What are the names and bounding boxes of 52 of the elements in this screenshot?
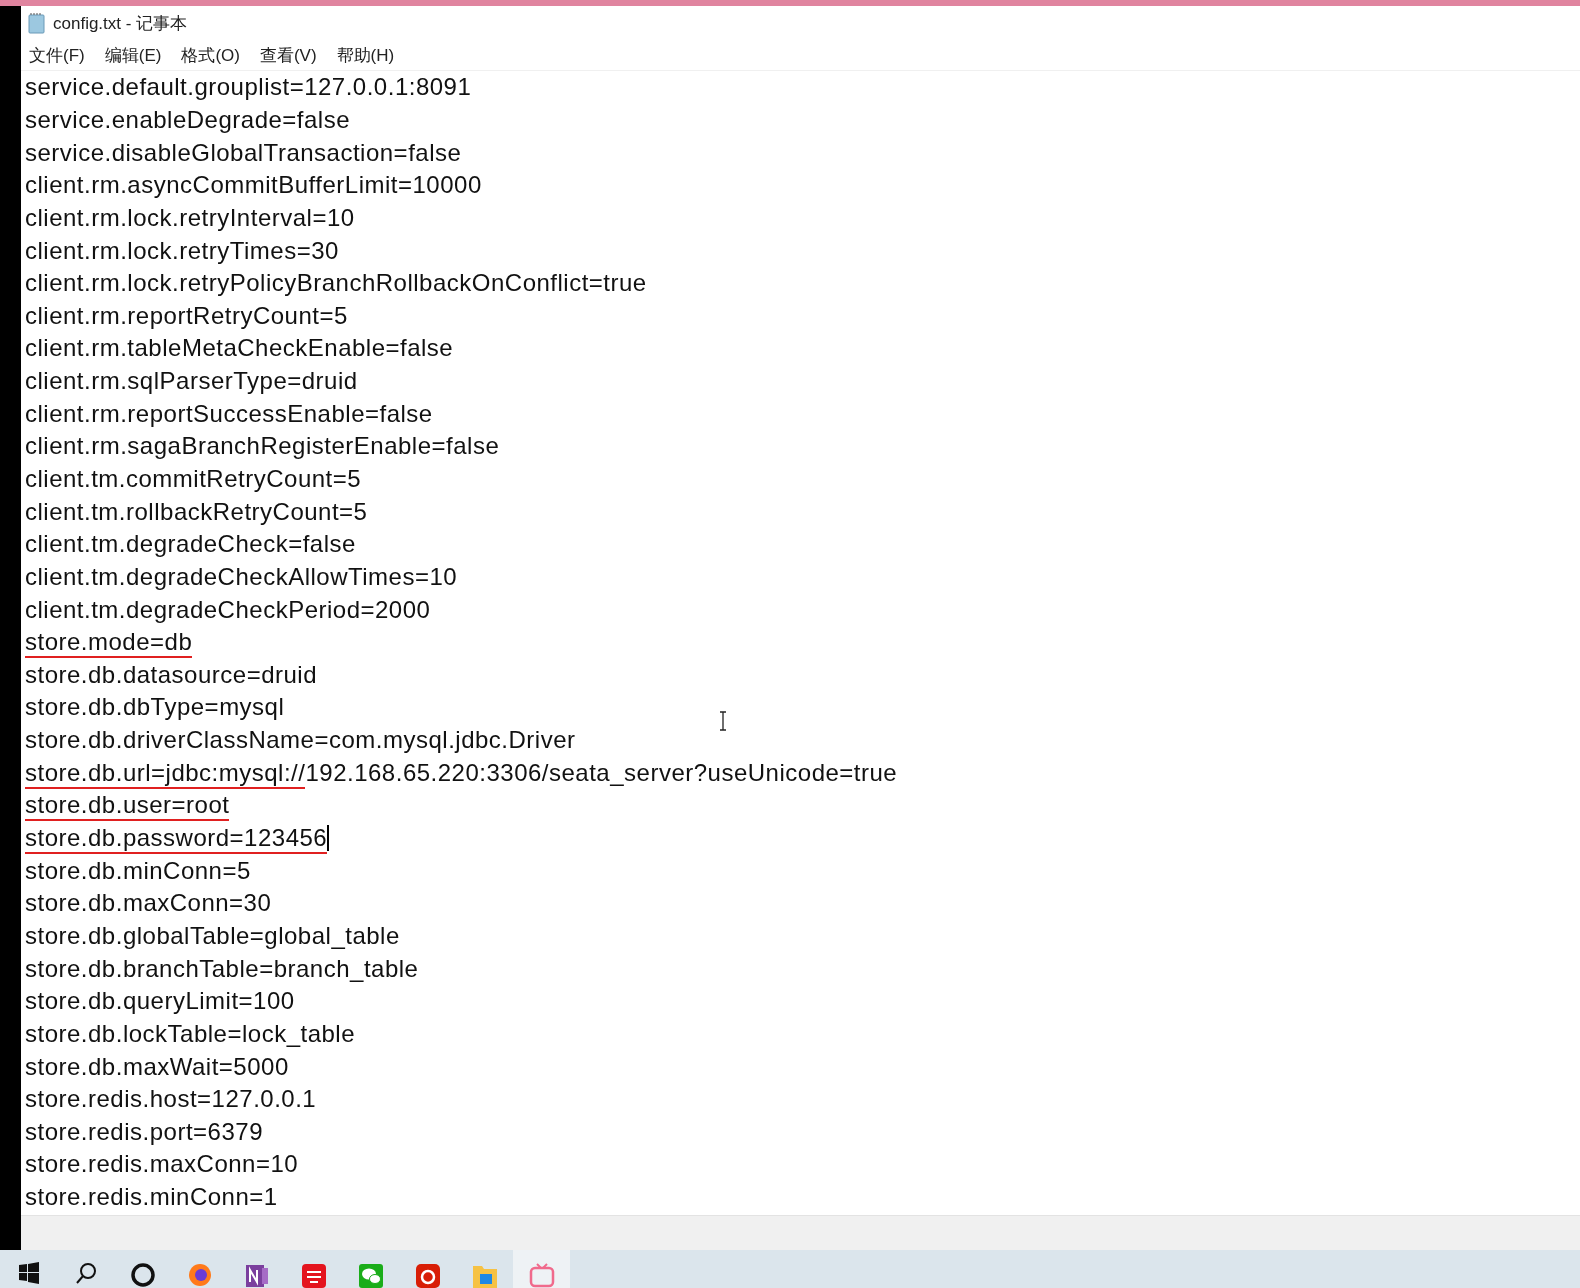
- tv-icon: [528, 1262, 555, 1288]
- config-line: store.redis.minConn=1: [25, 1183, 278, 1212]
- config-line: client.rm.reportRetryCount=5: [25, 301, 348, 330]
- menu-item[interactable]: 查看(V): [259, 43, 317, 67]
- config-line: service.default.grouplist=127.0.0.1:8091: [25, 73, 472, 102]
- browser-icon: [186, 1262, 213, 1288]
- window-title: config.txt - 记事本: [53, 12, 188, 35]
- dictionary-app-icon: [300, 1262, 327, 1288]
- search-icon: [74, 1262, 97, 1286]
- circle-icon: [129, 1262, 156, 1288]
- config-line: client.rm.sagaBranchRegisterEnable=false: [25, 432, 500, 461]
- config-line: client.tm.commitRetryCount=5: [25, 465, 362, 493]
- menu-item[interactable]: 格式(O): [181, 43, 240, 67]
- config-line: client.rm.reportSuccessEnable=false: [25, 399, 433, 428]
- config-line: store.mode=db: [25, 628, 193, 657]
- config-line: client.tm.degradeCheck=false: [25, 530, 356, 559]
- notebook-icon: [243, 1262, 270, 1288]
- config-line: service.enableDegrade=false: [25, 105, 351, 134]
- chat-bubbles-icon: [357, 1262, 384, 1288]
- config-line: client.rm.lock.retryTimes=30: [25, 236, 339, 265]
- config-line: client.rm.lock.retryPolicyBranchRollbackOnConflict=true: [25, 269, 647, 298]
- music-app-icon: [414, 1262, 441, 1288]
- config-line: store.redis.host=127.0.0.1: [25, 1085, 317, 1114]
- config-line: store.db.dbType=mysql: [25, 693, 285, 722]
- config-line: client.tm.rollbackRetryCount=5: [25, 497, 368, 526]
- config-line: store.db.branchTable=branch_table: [25, 954, 419, 983]
- menu-item[interactable]: 文件(F): [29, 43, 85, 67]
- config-line: store.db.user=root: [25, 791, 230, 820]
- config-line: client.rm.asyncCommitBufferLimit=10000: [25, 171, 482, 200]
- config-line: client.rm.tableMetaCheckEnable=false: [25, 334, 454, 363]
- config-line: client.rm.lock.retryInterval=10: [25, 203, 355, 232]
- config-line: store.redis.port=6379: [25, 1117, 263, 1146]
- config-line: client.tm.degradeCheckPeriod=2000: [25, 595, 431, 624]
- menu-item[interactable]: 帮助(H): [336, 43, 395, 67]
- config-line: client.rm.sqlParserType=druid: [25, 367, 358, 396]
- config-line: store.db.queryLimit=100: [25, 987, 295, 1016]
- config-line: service.disableGlobalTransaction=false: [25, 138, 462, 167]
- config-line: store.db.maxWait=5000: [25, 1052, 289, 1081]
- config-line: store.db.lockTable=lock_table: [25, 1019, 356, 1048]
- config-line: store.db.url=jdbc:mysql://192.168.65.220:3306/seata_server?useUnicode=true: [25, 758, 898, 787]
- text-cursor-icon: [719, 711, 727, 731]
- config-line: store.redis.maxConn=10: [25, 1150, 299, 1179]
- menu-item[interactable]: 编辑(E): [104, 43, 162, 67]
- config-line: store.db.maxConn=30: [25, 889, 272, 918]
- windows-logo-icon: [17, 1262, 40, 1284]
- notepad-icon: [27, 12, 47, 34]
- config-line: store.db.driverClassName=com.mysql.jdbc.Driver: [25, 726, 576, 755]
- config-line: store.db.minConn=5: [25, 856, 251, 885]
- config-line: store.db.password=123456: [25, 824, 328, 853]
- config-line: store.db.globalTable=global_table: [25, 921, 400, 950]
- config-line: store.db.datasource=druid: [25, 660, 317, 689]
- config-line: client.tm.degradeCheckAllowTimes=10: [25, 562, 458, 591]
